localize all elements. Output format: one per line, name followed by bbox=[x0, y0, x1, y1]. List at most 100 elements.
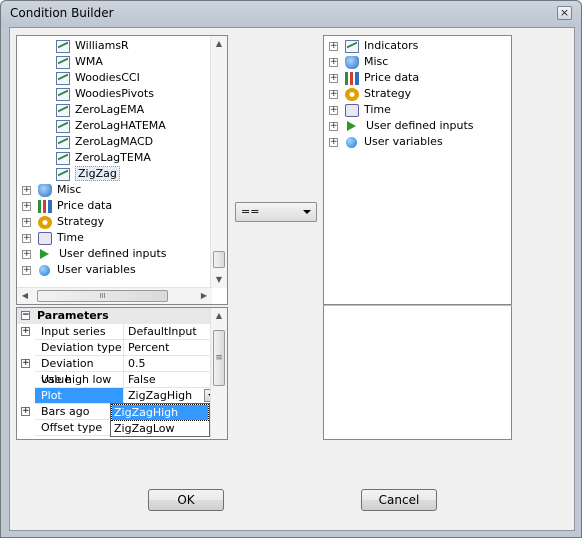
close-button[interactable]: × bbox=[557, 6, 572, 20]
plot-option[interactable]: ZigZagLow bbox=[112, 421, 208, 436]
expand-icon[interactable]: + bbox=[329, 137, 338, 147]
expand-icon[interactable]: + bbox=[21, 327, 30, 336]
indicator-tree-item[interactable]: ZeroLagMACD bbox=[56, 134, 153, 150]
indicator-tree-item[interactable]: ZeroLagTEMA bbox=[56, 150, 151, 166]
category-tree-item[interactable]: + User defined inputs bbox=[22, 246, 167, 262]
parameter-row[interactable]: Use high low False bbox=[17, 372, 220, 388]
indicator-label: WoodiesPivots bbox=[75, 87, 154, 100]
expand-icon[interactable]: + bbox=[22, 233, 31, 243]
indicator-tree-item[interactable]: ZeroLagEMA bbox=[56, 102, 144, 118]
cancel-button[interactable]: Cancel bbox=[361, 489, 437, 511]
indicator-tree-item[interactable]: ZigZag bbox=[56, 166, 120, 182]
indicator-label: ZeroLagHATEMA bbox=[75, 119, 166, 132]
parameter-name: Deviation type bbox=[35, 340, 123, 356]
indicator-label: ZeroLagMACD bbox=[75, 135, 154, 148]
indicator-chart-icon bbox=[56, 103, 70, 117]
indicator-tree-item[interactable]: WoodiesCCI bbox=[56, 70, 140, 86]
expand-icon[interactable]: + bbox=[22, 185, 31, 195]
expand-icon[interactable]: + bbox=[22, 201, 31, 211]
right-parameters-panel[interactable] bbox=[323, 305, 512, 440]
parameter-row[interactable]: Plot ZigZagHigh bbox=[17, 388, 220, 404]
parameter-value[interactable]: Percent bbox=[123, 340, 220, 356]
ok-button[interactable]: OK bbox=[148, 489, 224, 511]
indicator-label: WilliamsR bbox=[75, 39, 129, 52]
plot-option[interactable]: ZigZagHigh bbox=[111, 404, 209, 421]
user-defined-inputs-icon bbox=[347, 121, 356, 131]
parameter-row[interactable]: Deviation type Percent bbox=[17, 340, 220, 356]
operand-tree-item[interactable]: + Indicators bbox=[329, 38, 418, 54]
left-indicator-tree[interactable]: WilliamsR WMA WoodiesCCI WoodiesPivots ZeroL… bbox=[16, 35, 228, 305]
category-tree-item[interactable]: + Strategy bbox=[22, 214, 104, 230]
operand-tree-item[interactable]: + User variables bbox=[329, 134, 443, 150]
collapse-parameters-icon[interactable]: − bbox=[21, 311, 30, 320]
operand-tree-item[interactable]: + User defined inputs bbox=[329, 118, 474, 134]
indicator-chart-icon bbox=[56, 151, 70, 165]
expand-icon[interactable]: + bbox=[22, 249, 31, 259]
indicator-tree-item[interactable]: WoodiesPivots bbox=[56, 86, 154, 102]
parameter-name: Deviation value bbox=[35, 356, 123, 386]
expand-icon[interactable]: + bbox=[329, 73, 338, 83]
category-tree-item[interactable]: + Time bbox=[22, 230, 84, 246]
category-tree-item[interactable]: + User variables bbox=[22, 262, 136, 278]
scroll-right-arrow-icon[interactable]: ▶ bbox=[196, 288, 212, 304]
time-icon bbox=[345, 103, 359, 117]
operator-select[interactable]: == bbox=[235, 202, 317, 222]
expand-icon[interactable]: + bbox=[329, 121, 338, 131]
category-tree-item[interactable]: + Misc bbox=[22, 182, 81, 198]
indicator-tree-item[interactable]: WilliamsR bbox=[56, 38, 129, 54]
scroll-left-arrow-icon[interactable]: ◀ bbox=[17, 288, 33, 304]
parameters-header: − Parameters bbox=[17, 308, 220, 324]
operator-dropdown-arrow-icon[interactable] bbox=[303, 210, 311, 214]
expand-icon[interactable]: + bbox=[22, 217, 31, 227]
indicator-label: ZeroLagEMA bbox=[75, 103, 145, 116]
indicators-icon bbox=[345, 39, 359, 53]
left-tree-vertical-scrollbar[interactable]: ▲ ▼ bbox=[210, 36, 227, 288]
category-label: Misc bbox=[57, 183, 82, 196]
condition-builder-window: Condition Builder × WilliamsR WMA WoodiesC… bbox=[0, 0, 582, 538]
expand-icon[interactable]: + bbox=[21, 407, 30, 416]
scroll-up-arrow-icon[interactable]: ▲ bbox=[211, 36, 227, 52]
plot-dropdown-list[interactable]: ZigZagHigh ZigZagLow bbox=[110, 403, 210, 437]
scroll-thumb[interactable] bbox=[213, 251, 225, 268]
operand-tree-item[interactable]: + Misc bbox=[329, 54, 388, 70]
parameter-value[interactable]: 0.5 bbox=[123, 356, 220, 372]
parameters-vertical-scrollbar[interactable]: ▲ ≡ bbox=[210, 308, 227, 439]
operator-value: == bbox=[241, 205, 260, 218]
indicator-label: WoodiesCCI bbox=[75, 71, 140, 84]
indicator-chart-icon bbox=[56, 55, 70, 69]
param-scroll-up-icon[interactable]: ▲ bbox=[211, 308, 227, 324]
right-operand-tree[interactable]: + Indicators + Misc + Price data + Strategy + Tim… bbox=[323, 35, 512, 305]
indicator-tree-item[interactable]: ZeroLagHATEMA bbox=[56, 118, 166, 134]
operand-tree-item[interactable]: + Price data bbox=[329, 70, 419, 86]
parameter-value[interactable]: DefaultInput bbox=[123, 324, 220, 340]
operand-tree-item[interactable]: + Strategy bbox=[329, 86, 411, 102]
expand-icon[interactable]: + bbox=[329, 105, 338, 115]
parameter-row[interactable]: + Deviation value 0.5 bbox=[17, 356, 220, 386]
indicator-label: ZigZag bbox=[75, 166, 120, 181]
parameter-name: Plot bbox=[35, 388, 123, 404]
param-scroll-thumb[interactable]: ≡ bbox=[213, 330, 225, 386]
left-tree-horizontal-scrollbar[interactable]: ◀ III ▶ bbox=[17, 287, 212, 304]
indicator-chart-icon bbox=[56, 135, 70, 149]
misc-icon bbox=[38, 183, 52, 197]
operand-label: Indicators bbox=[364, 39, 419, 52]
horizontal-scroll-thumb[interactable]: III bbox=[37, 290, 168, 302]
indicator-tree-item[interactable]: WMA bbox=[56, 54, 103, 70]
parameter-row[interactable]: + Input series DefaultInput bbox=[17, 324, 220, 340]
expand-icon[interactable]: + bbox=[21, 359, 30, 368]
category-tree-item[interactable]: + Price data bbox=[22, 198, 112, 214]
dialog-body: WilliamsR WMA WoodiesCCI WoodiesPivots ZeroL… bbox=[9, 27, 575, 531]
title-bar: Condition Builder × bbox=[1, 1, 581, 27]
operand-tree-item[interactable]: + Time bbox=[329, 102, 391, 118]
category-label: User defined inputs bbox=[59, 247, 167, 260]
expand-icon[interactable]: + bbox=[22, 265, 31, 275]
expand-icon[interactable]: + bbox=[329, 89, 338, 99]
scroll-down-arrow-icon[interactable]: ▼ bbox=[211, 272, 227, 288]
operand-label: User variables bbox=[364, 135, 443, 148]
expand-icon[interactable]: + bbox=[329, 41, 338, 51]
expand-icon[interactable]: + bbox=[329, 57, 338, 67]
user-defined-inputs-icon bbox=[40, 249, 49, 259]
parameter-value[interactable]: False bbox=[123, 372, 220, 388]
parameters-header-label: Parameters bbox=[37, 309, 109, 322]
indicator-chart-icon bbox=[56, 119, 70, 133]
